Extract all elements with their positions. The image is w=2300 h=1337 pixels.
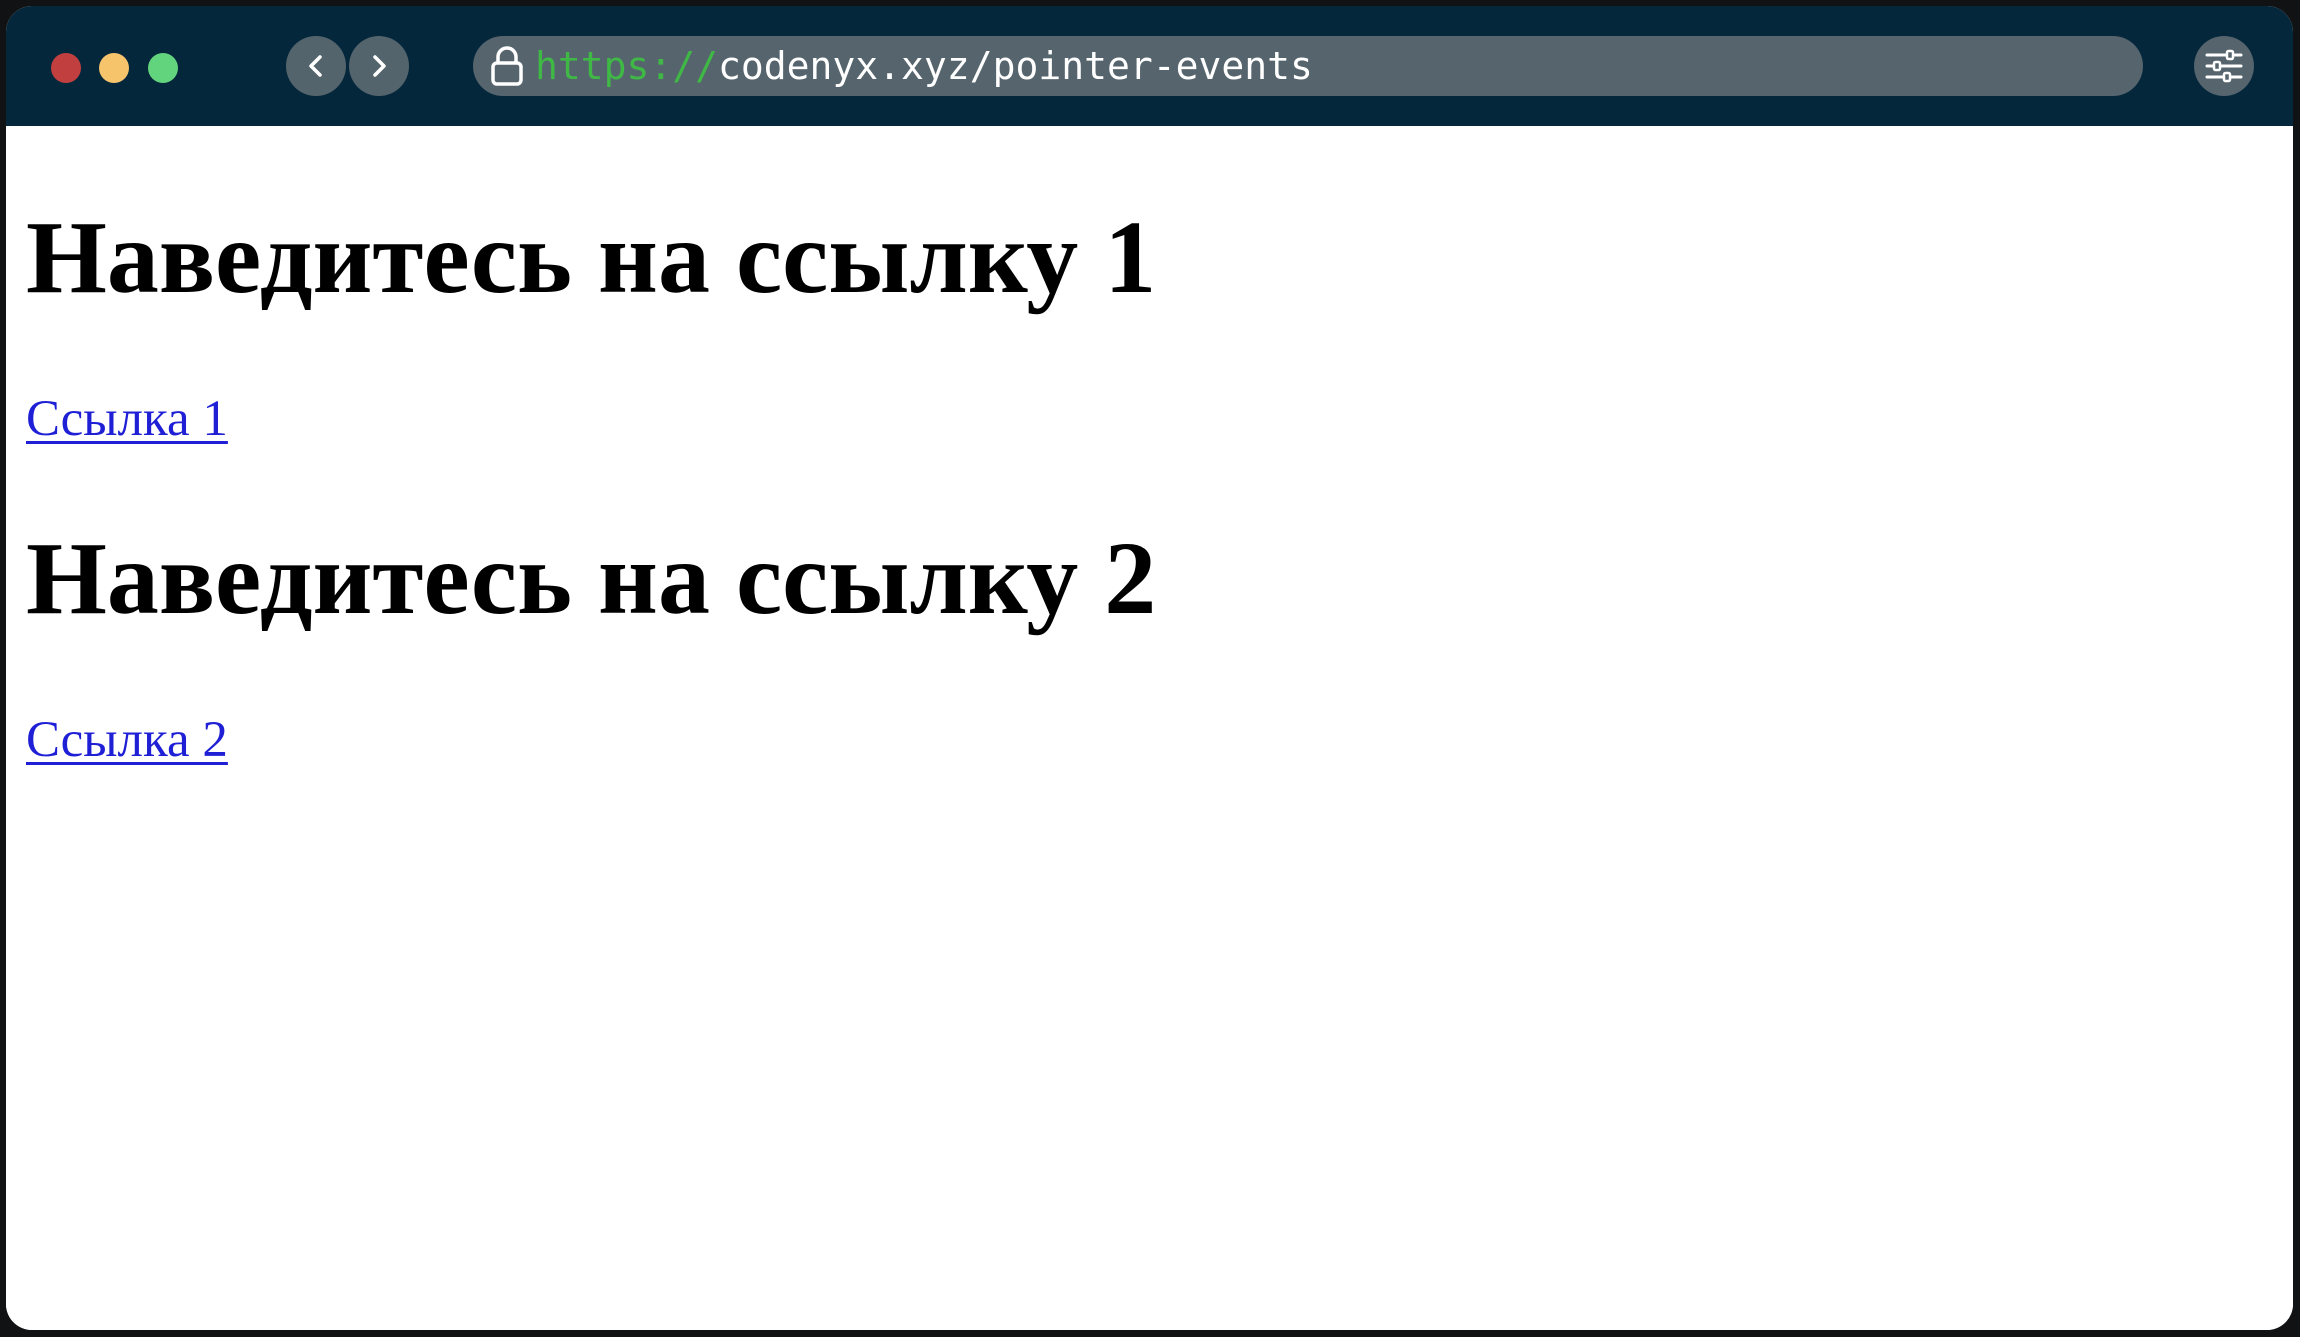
url-scheme: https://: [535, 44, 719, 88]
link-2[interactable]: Ссылка 2: [26, 715, 228, 766]
url-path: codenyx.xyz/pointer-events: [718, 44, 1313, 88]
address-bar[interactable]: https://codenyx.xyz/pointer-events: [473, 36, 2143, 96]
page-content: Наведитесь на ссылку 1 Ссылка 1 Наведите…: [6, 126, 2293, 1330]
chevron-right-icon: [373, 55, 386, 77]
window-minimize-button[interactable]: [99, 53, 129, 83]
window-close-button[interactable]: [51, 53, 81, 83]
browser-toolbar: https://codenyx.xyz/pointer-events: [6, 6, 2293, 126]
back-button[interactable]: [286, 36, 346, 96]
url-text: https://codenyx.xyz/pointer-events: [535, 36, 1313, 96]
browser-window: https://codenyx.xyz/pointer-events Навед…: [6, 6, 2293, 1330]
lock-icon: [487, 44, 527, 88]
heading-1: Наведитесь на ссылку 1: [26, 200, 1157, 315]
heading-2: Наведитесь на ссылку 2: [26, 521, 1157, 636]
link-1[interactable]: Ссылка 1: [26, 394, 228, 445]
sliders-icon: [2205, 49, 2243, 83]
forward-button[interactable]: [349, 36, 409, 96]
window-maximize-button[interactable]: [148, 53, 178, 83]
settings-button[interactable]: [2194, 36, 2254, 96]
chevron-left-icon: [309, 55, 322, 77]
